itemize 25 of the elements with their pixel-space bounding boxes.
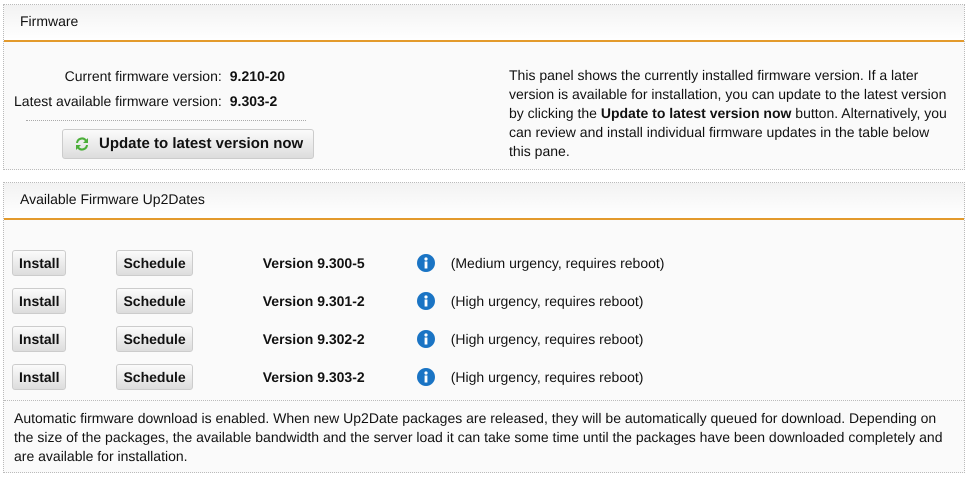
version-label: Version 9.301-2	[262, 292, 366, 310]
info-label: Latest available firmware version:	[14, 92, 222, 111]
info-label: Current firmware version:	[64, 67, 222, 86]
urgency-note: (High urgency, requires reboot)	[450, 330, 644, 349]
install-button[interactable]: Install	[12, 326, 66, 352]
panel-title: Firmware	[4, 5, 964, 42]
panel-title: Available Firmware Up2Dates	[4, 183, 964, 220]
schedule-button[interactable]: Schedule	[116, 326, 193, 352]
install-button[interactable]: Install	[12, 250, 66, 276]
version-label: Version 9.300-5	[262, 254, 366, 272]
urgency-note: (Medium urgency, requires reboot)	[450, 254, 664, 273]
info-value: 9.210-20	[228, 67, 286, 86]
update-button[interactable]: Update to latest version now	[62, 129, 314, 159]
version-label: Version 9.303-2	[262, 368, 366, 386]
urgency-note: (High urgency, requires reboot)	[450, 292, 644, 311]
install-button[interactable]: Install	[12, 364, 66, 390]
version-label: Version 9.302-2	[262, 330, 366, 348]
urgency-note: (High urgency, requires reboot)	[450, 368, 644, 387]
schedule-button[interactable]: Schedule	[116, 288, 193, 314]
schedule-button[interactable]: Schedule	[116, 364, 193, 390]
info-value: 9.303-2	[228, 92, 278, 111]
description-text: This panel shows the currently installed firmware version. If a later version is available for installation, you can update to the latest version by clicking the Update to latest version now button. Alternatively, you can review and install individual firmware updates in the table below this pane.	[509, 66, 948, 161]
schedule-button[interactable]: Schedule	[116, 250, 193, 276]
footer-text: Automatic firmware download is enabled. When new Up2Date packages are released, they will be automatically queued for download. Depending on the size of the packages, the available bandwidth and the server load it can take some time until the packages have been downloaded completely and are available for installation.	[4, 400, 964, 472]
install-button[interactable]: Install	[12, 288, 66, 314]
